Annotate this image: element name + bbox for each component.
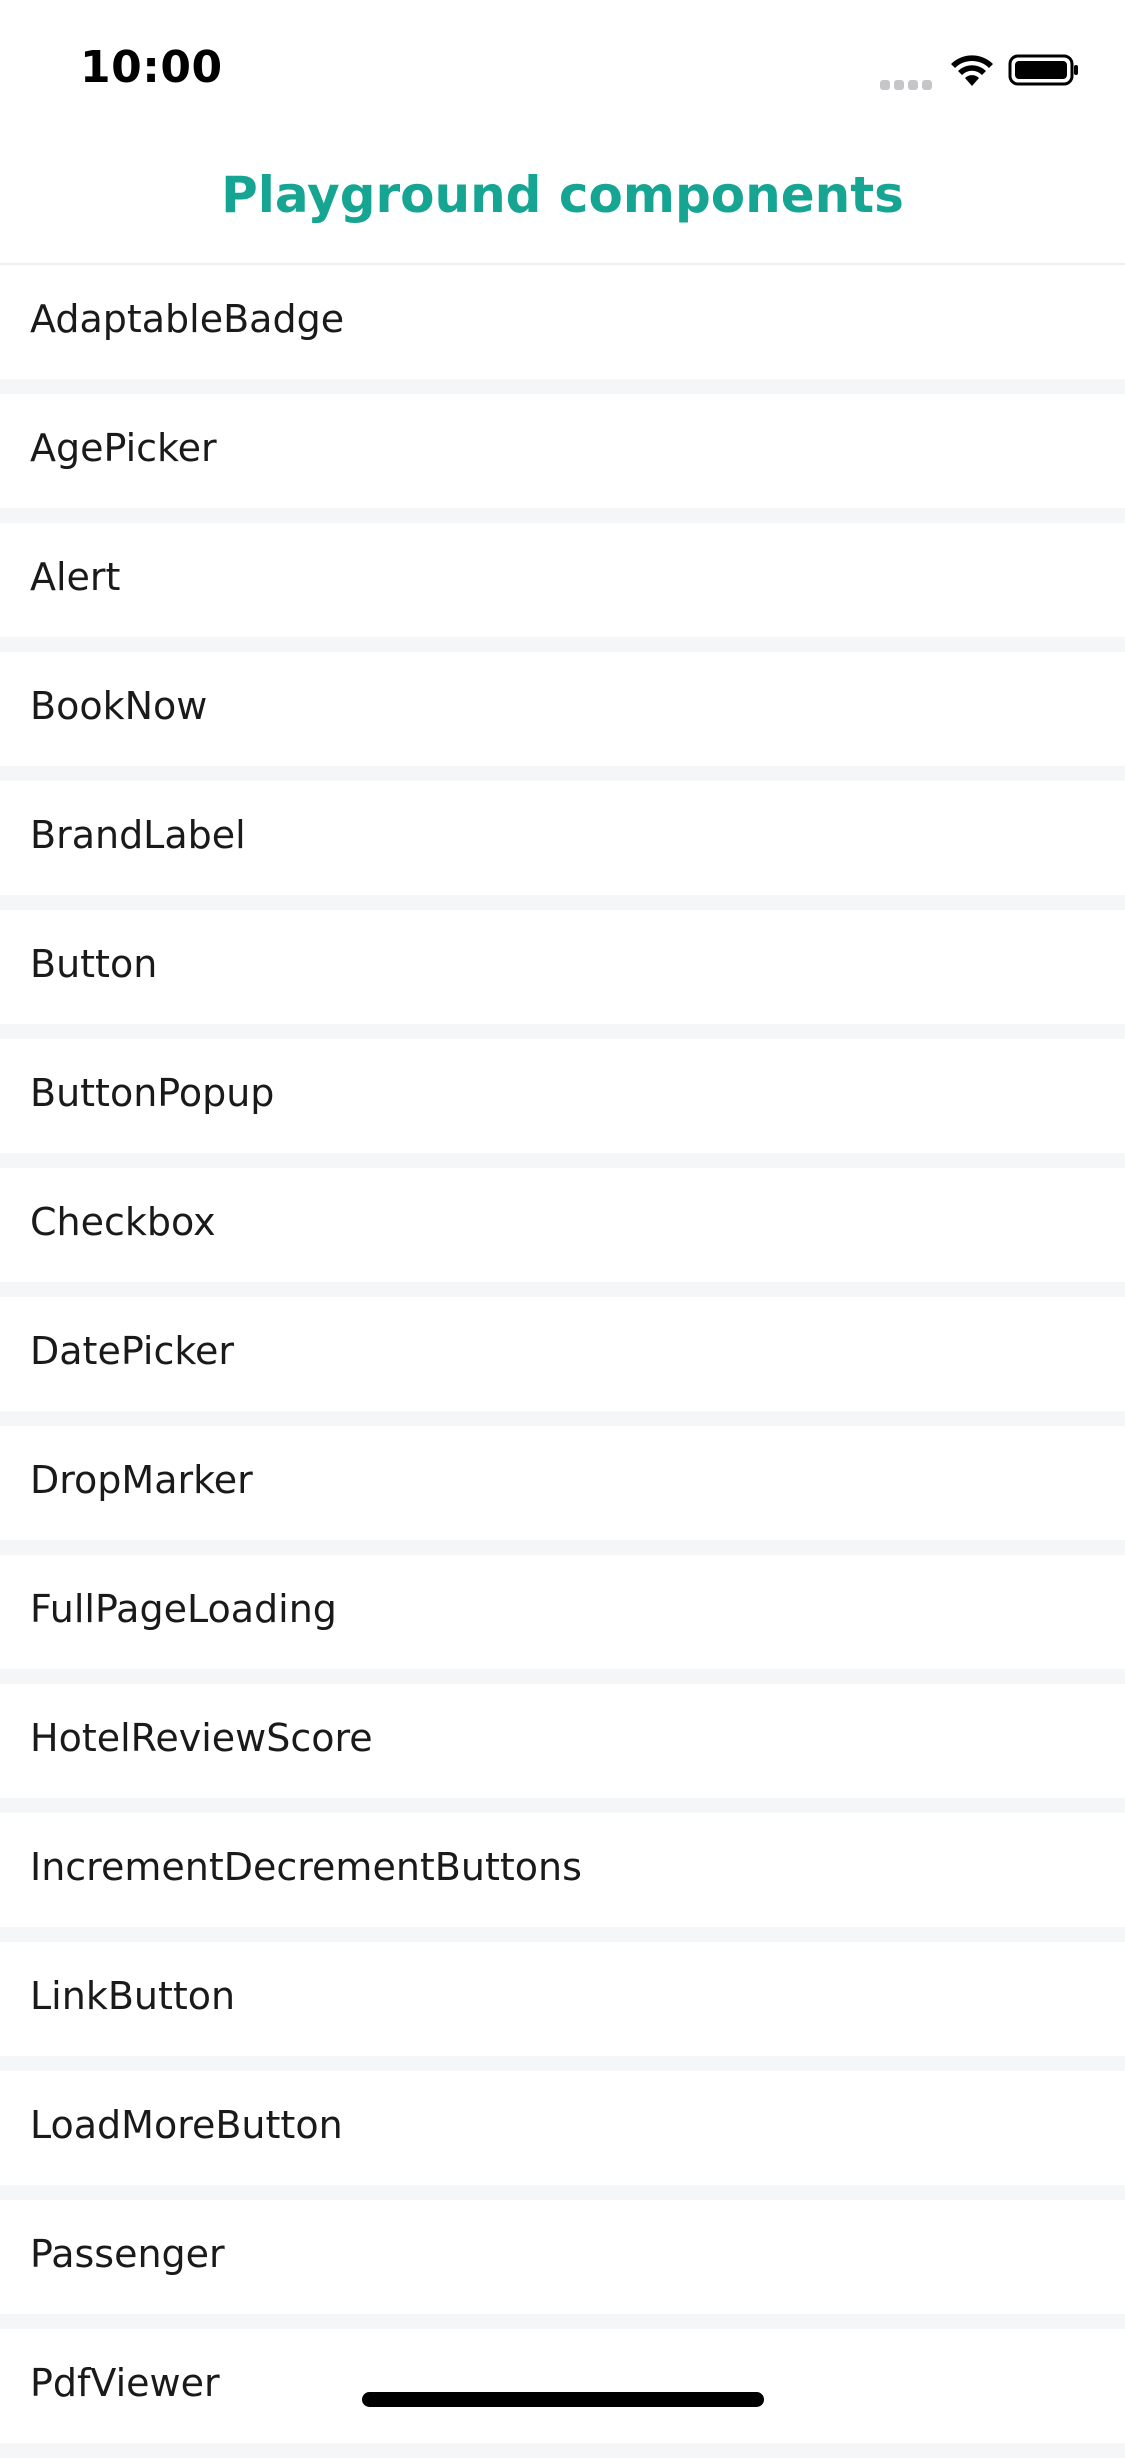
list-item-label: PdfViewer (30, 2361, 220, 2405)
list-item-label: Alert (30, 555, 121, 599)
list-item[interactable]: HotelReviewScore (0, 1684, 1125, 1798)
list-item[interactable]: BookNow (0, 652, 1125, 766)
list-item[interactable]: Button (0, 910, 1125, 1024)
home-indicator[interactable] (362, 2392, 764, 2407)
list-item-label: BookNow (30, 684, 208, 728)
list-item[interactable]: LinkButton (0, 1942, 1125, 2056)
list-item-label: Button (30, 942, 158, 986)
list-item[interactable]: DropMarker (0, 1426, 1125, 1540)
list-item[interactable]: Alert (0, 523, 1125, 637)
list-item-label: DatePicker (30, 1329, 235, 1373)
list-item-label: AdaptableBadge (30, 297, 345, 341)
list-item-label: Passenger (30, 2232, 225, 2276)
status-time: 10:00 (80, 42, 223, 93)
list-item[interactable]: DatePicker (0, 1297, 1125, 1411)
page-title: Playground components (221, 166, 904, 224)
list-item[interactable]: Checkbox (0, 1168, 1125, 1282)
battery-icon (1008, 54, 1078, 86)
navigation-header: Playground components (0, 132, 1125, 265)
list-item-label: Checkbox (30, 1200, 216, 1244)
list-item[interactable]: Passenger (0, 2200, 1125, 2314)
components-list: AdaptableBadge AgePicker Alert BookNow B… (0, 265, 1125, 2458)
list-item[interactable]: PdfViewer (0, 2329, 1125, 2443)
list-item[interactable]: BrandLabel (0, 781, 1125, 895)
list-item[interactable]: FullPageLoading (0, 1555, 1125, 1669)
wifi-icon (951, 55, 993, 86)
list-item-label: BrandLabel (30, 813, 246, 857)
list-item-label: LoadMoreButton (30, 2103, 343, 2147)
list-item-label: ButtonPopup (30, 1071, 275, 1115)
list-item[interactable]: ButtonPopup (0, 1039, 1125, 1153)
list-item-label: HotelReviewScore (30, 1716, 373, 1760)
list-item-label: FullPageLoading (30, 1587, 337, 1631)
list-item-label: IncrementDecrementButtons (30, 1845, 582, 1889)
list-item[interactable]: IncrementDecrementButtons (0, 1813, 1125, 1927)
list-item[interactable]: AgePicker (0, 394, 1125, 508)
list-item[interactable]: LoadMoreButton (0, 2071, 1125, 2185)
list-item-label: LinkButton (30, 1974, 236, 2018)
signal-icon (880, 75, 936, 90)
list-item[interactable]: AdaptableBadge (0, 265, 1125, 379)
list-item-label: AgePicker (30, 426, 217, 470)
status-bar: 10:00 (0, 0, 1125, 132)
list-item-label: DropMarker (30, 1458, 253, 1502)
